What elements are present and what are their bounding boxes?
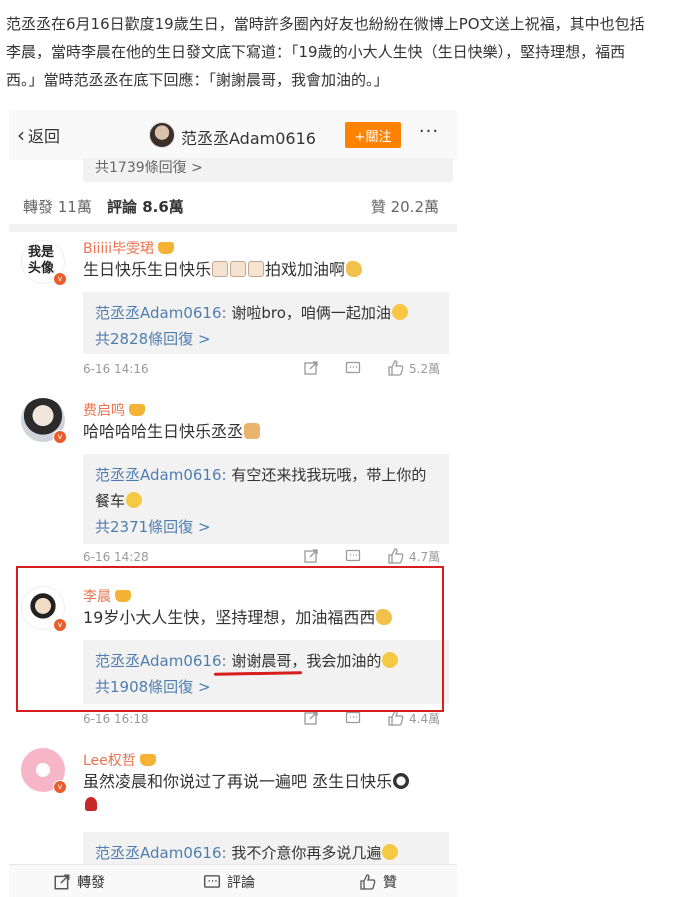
reply-text: 我不介意你再多说几遍 [231, 844, 382, 862]
reply-box[interactable]: 范丞丞Adam0616: 有空还来找我玩哦，带上你的 餐车 共2371條回復 > [83, 454, 449, 544]
username[interactable]: Biiiii毕雯珺 [83, 238, 175, 258]
more-icon[interactable]: ··· [413, 122, 445, 148]
username-text: Biiiii毕雯珺 [83, 241, 155, 257]
like-button[interactable]: 4.7萬 [387, 547, 440, 565]
crown-icon [139, 754, 156, 766]
reply-author[interactable]: 范丞丞Adam0616: [95, 466, 227, 484]
reply-text: 餐车 [95, 492, 126, 510]
verified-icon: v [53, 430, 67, 444]
comment-item: v 费启鸣 哈哈哈哈生日快乐丞丞 范丞丞Adam0616: 有空还来找我玩哦，带… [9, 390, 457, 570]
share-icon [54, 874, 70, 890]
like-count: 4.4萬 [409, 711, 441, 726]
comment-text: 生日快乐生日快乐 拍戏加油啊 [83, 258, 443, 282]
follow-button[interactable]: +關注 [345, 122, 401, 148]
chevron-left-icon: ‹ [17, 123, 25, 147]
like-label: 贊 [383, 875, 397, 891]
article-line: 李晨，當時李晨在他的生日發文底下寫道：「19歲的小大人生快（生日快樂），堅持理想… [6, 43, 626, 61]
timestamp: 6-16 14:28 [83, 550, 149, 564]
smile-icon [126, 492, 143, 508]
comment-text-part: 哈哈哈哈生日快乐丞丞 [83, 422, 244, 441]
comment-item: 我是 头像 v Biiiii毕雯珺 生日快乐生日快乐 拍戏加油啊 范丞丞Adam0… [9, 232, 457, 382]
cake-icon [212, 261, 229, 277]
reply-author[interactable]: 范丞丞Adam0616: [95, 844, 227, 862]
timestamp: 6-16 16:18 [83, 712, 149, 726]
like-button[interactable]: 5.2萬 [387, 359, 440, 377]
page-title: 范丞丞Adam0616 [181, 129, 316, 148]
comment-text: 虽然凌晨和你说过了再说一遍吧 丞生日快乐 [83, 770, 443, 818]
article-line: 西。」當時范丞丞在底下回應：「謝謝晨哥，我會加油的。」 [6, 71, 389, 89]
thumbs-up-icon [388, 548, 404, 564]
comment-text: 哈哈哈哈生日快乐丞丞 [83, 420, 443, 444]
highlight-box [16, 566, 444, 712]
smile-icon [391, 304, 408, 320]
panda-icon [393, 773, 410, 789]
weibo-screenshot: ‹ 返回 范丞丞Adam0616 +關注 ··· 共1739條回復 > 轉發 1… [9, 110, 457, 897]
thumbs-up-icon [360, 874, 376, 890]
like-count: 4.7萬 [409, 549, 441, 564]
comment-icon[interactable] [345, 360, 361, 376]
cake-icon [248, 261, 265, 277]
back-button[interactable]: ‹ 返回 [17, 123, 60, 147]
username-text: Lee权哲 [83, 753, 136, 769]
comment-button[interactable]: 評論 [203, 872, 255, 892]
article-text: 范丞丞在6月16日歡度19歲生日，當時許多圈內好友也紛紛在微博上PO文送上祝福，… [6, 10, 680, 94]
reply-author[interactable]: 范丞丞Adam0616: [95, 304, 227, 322]
bottom-action-bar: 轉發 評論 贊 [9, 864, 457, 897]
comment-icon [203, 875, 221, 888]
smile-icon [382, 844, 399, 860]
article-line: 范丞丞在6月16日歡度19歲生日，當時許多圈內好友也紛紛在微博上PO文送上祝福，… [6, 15, 645, 33]
tab-likes[interactable]: 贊 20.2萬 [371, 196, 439, 217]
avatar[interactable] [149, 122, 175, 148]
like-button[interactable]: 贊 [359, 872, 397, 892]
tab-comments[interactable]: 評論 8.6萬 [107, 196, 184, 217]
reply-count-link[interactable]: 共1739條回復 > [83, 158, 453, 182]
verified-icon: v [53, 780, 67, 794]
crown-icon [158, 242, 175, 254]
muscle-icon [346, 261, 363, 277]
username-text: 费启鸣 [83, 403, 125, 419]
thumbs-up-icon [388, 360, 404, 376]
avatar-text: 我是 [28, 245, 55, 260]
reply-text: 有空还来找我玩哦，带上你的 [231, 466, 427, 484]
verified-icon: v [53, 272, 67, 286]
like-count: 5.2萬 [409, 361, 441, 376]
share-icon[interactable] [303, 360, 319, 376]
comment-text-part: 生日快乐生日快乐 [83, 260, 212, 279]
divider [9, 224, 457, 232]
reply-box[interactable]: 范丞丞Adam0616: 谢啦bro，咱俩一起加油 共2828條回復 > [83, 292, 449, 354]
avatar-text: 头像 [28, 261, 55, 276]
crown-icon [129, 404, 145, 416]
comment-icon[interactable] [345, 710, 361, 726]
back-label: 返回 [28, 127, 61, 146]
comment-text-part: 虽然凌晨和你说过了再说一遍吧 丞生日快乐 [83, 772, 393, 791]
username[interactable]: 费启鸣 [83, 400, 145, 420]
rose-icon [85, 797, 97, 811]
navbar: ‹ 返回 范丞丞Adam0616 +關注 ··· [9, 110, 457, 160]
share-icon[interactable] [303, 548, 319, 564]
tab-reposts[interactable]: 轉發 11萬 [23, 196, 92, 217]
reply-text: 谢啦bro，咱俩一起加油 [231, 304, 391, 322]
reply-count-link[interactable]: 共2828條回復 > [95, 326, 437, 352]
cake-icon [230, 261, 247, 277]
timestamp: 6-16 14:16 [83, 362, 149, 376]
comment-label: 評論 [227, 875, 255, 891]
repost-label: 轉發 [77, 875, 105, 891]
repost-button[interactable]: 轉發 [53, 872, 105, 892]
comment-text-part: 拍戏加油啊 [265, 260, 346, 279]
tabs: 轉發 11萬 評論 8.6萬 贊 20.2萬 [9, 190, 457, 222]
username[interactable]: Lee权哲 [83, 750, 156, 770]
doge-icon [244, 423, 261, 439]
comment-icon[interactable] [345, 548, 361, 564]
comment-item: v Lee权哲 虽然凌晨和你说过了再说一遍吧 丞生日快乐 范丞丞Adam0616… [9, 740, 457, 872]
reply-count-link[interactable]: 共2371條回復 > [95, 514, 437, 540]
share-icon[interactable] [303, 710, 319, 726]
